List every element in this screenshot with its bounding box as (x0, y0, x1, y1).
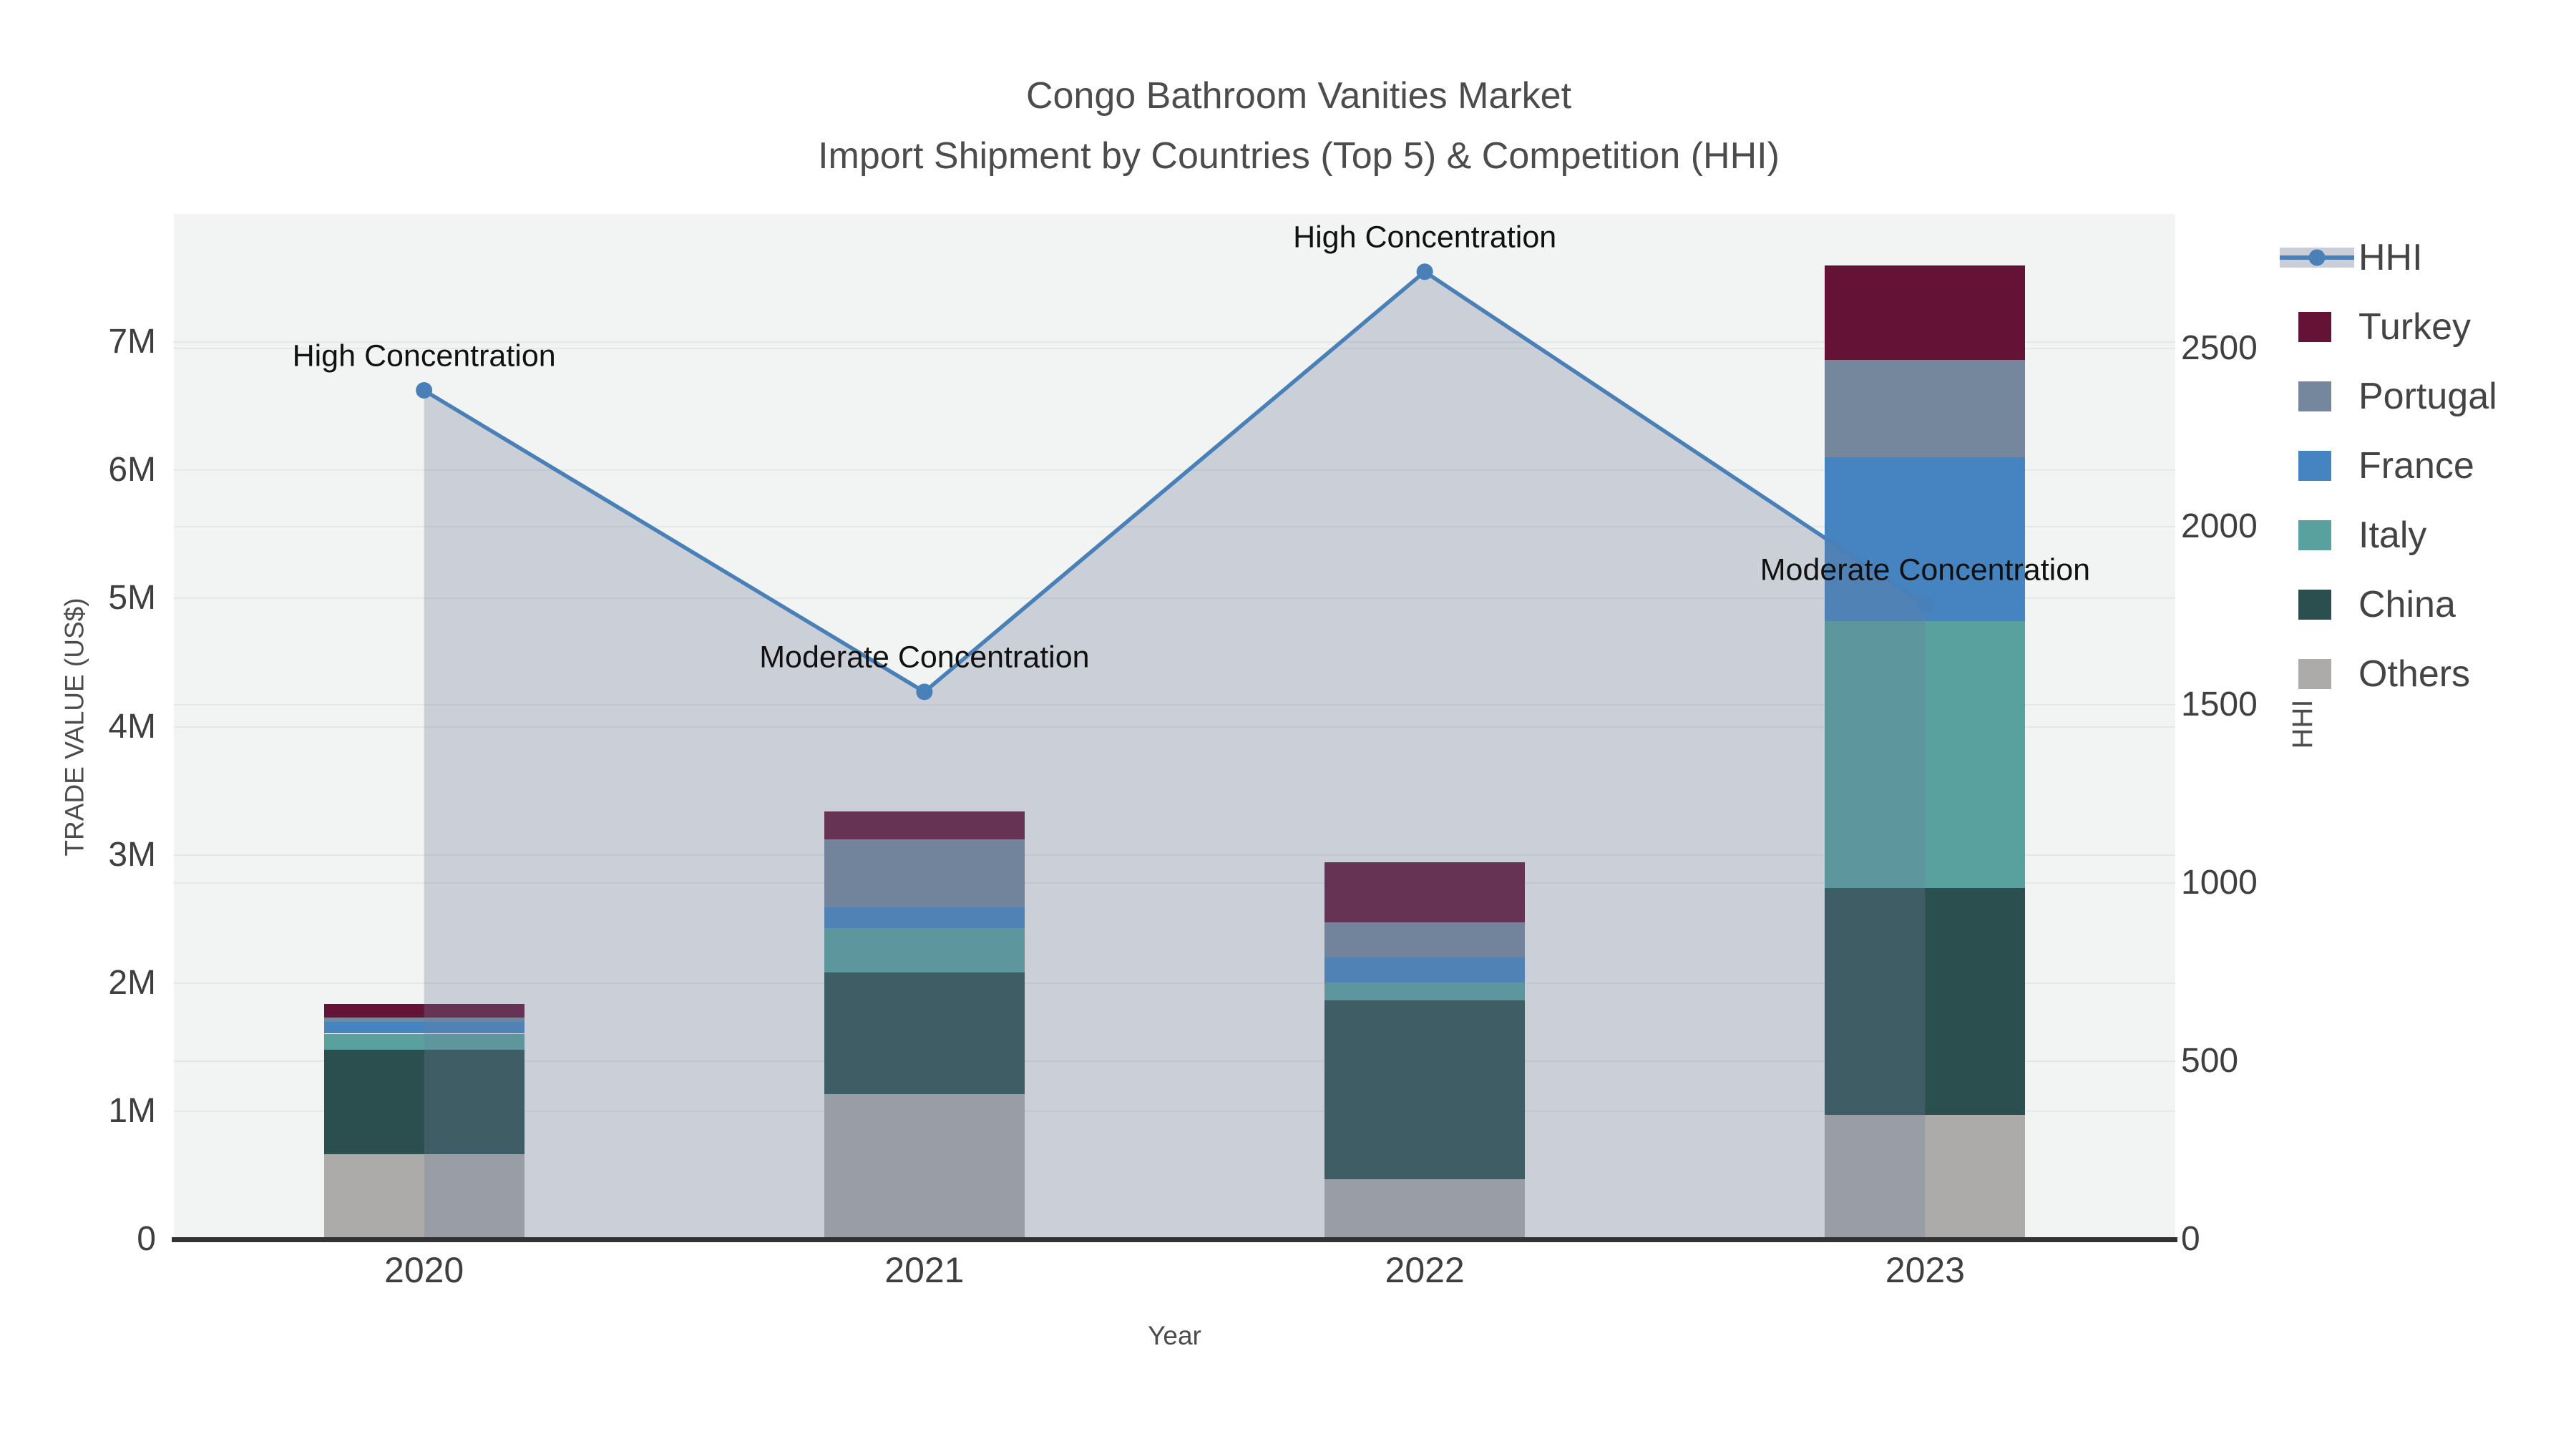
y-left-tick-label: 2M (108, 963, 156, 1002)
hhi-fill-area (424, 271, 1926, 1239)
legend-label-france: France (2358, 445, 2474, 487)
legend-swatch-turkey-icon (2298, 312, 2331, 342)
x-axis-title: Year (1148, 1321, 1201, 1350)
legend-label-italy: Italy (2358, 514, 2427, 556)
y-left-tick-label: 0 (137, 1220, 156, 1258)
chart-figure: High Concentration Moderate Concentration… (0, 0, 2576, 1449)
x-tick-label-2022: 2022 (1385, 1250, 1465, 1290)
y-right-tick-label: 1500 (2181, 685, 2258, 723)
legend-label-portugal: Portugal (2358, 376, 2497, 417)
y-right-tick-label: 2500 (2181, 328, 2258, 367)
y-left-tick-label: 6M (108, 451, 156, 489)
y-right-tick-label: 2000 (2181, 507, 2258, 545)
y-left-tick-label: 7M (108, 323, 156, 361)
legend-item-portugal[interactable]: Portugal (2280, 368, 2566, 425)
y-right-axis-title: HHI (2287, 699, 2318, 749)
annotation-2023: Moderate Concentration (1760, 552, 2091, 587)
y-right-tick-label: 500 (2181, 1041, 2239, 1080)
legend-item-china[interactable]: China (2280, 576, 2566, 633)
legend-item-france[interactable]: France (2280, 437, 2566, 494)
legend-item-turkey[interactable]: Turkey (2280, 298, 2566, 356)
x-tick-label-2020: 2020 (384, 1250, 464, 1290)
x-axis-line (172, 1237, 2177, 1242)
legend-item-hhi[interactable]: HHI (2280, 229, 2566, 286)
legend-label-others: Others (2358, 653, 2471, 695)
y-left-tick-label: 1M (108, 1091, 156, 1130)
legend-label-turkey: Turkey (2358, 306, 2471, 348)
legend-label-hhi: HHI (2358, 237, 2423, 278)
x-tick-label-2021: 2021 (884, 1250, 965, 1290)
y-left-axis-title: TRADE VALUE (US$) (59, 597, 89, 857)
hhi-marker-2023[interactable] (1916, 596, 1933, 613)
hhi-marker-2021[interactable] (916, 683, 933, 701)
legend-label-china: China (2358, 584, 2456, 625)
hhi-marker-2020[interactable] (416, 382, 433, 399)
annotation-2022: High Concentration (1293, 220, 1557, 255)
legend-swatch-france-icon (2298, 451, 2331, 481)
legend-item-italy[interactable]: Italy (2280, 507, 2566, 564)
chart-title: Congo Bathroom Vanities Market (1025, 75, 1572, 117)
legend-swatch-china-icon (2298, 590, 2331, 620)
legend-item-others[interactable]: Others (2280, 645, 2566, 703)
legend-swatch-others-icon (2298, 659, 2331, 689)
chart-subtitle: Import Shipment by Countries (Top 5) & C… (818, 135, 1780, 177)
x-tick-label-2023: 2023 (1885, 1250, 1965, 1290)
y-right-tick-label: 1000 (2181, 863, 2258, 902)
legend-swatch-portugal-icon (2298, 381, 2331, 411)
y-right-tick-label: 0 (2181, 1220, 2200, 1258)
hhi-marker-2022[interactable] (1416, 263, 1433, 280)
annotation-2021: Moderate Concentration (759, 640, 1090, 675)
annotation-2020: High Concentration (292, 338, 556, 374)
legend-swatch-italy-icon (2298, 520, 2331, 550)
hhi-legend-marker-icon (2308, 249, 2326, 266)
